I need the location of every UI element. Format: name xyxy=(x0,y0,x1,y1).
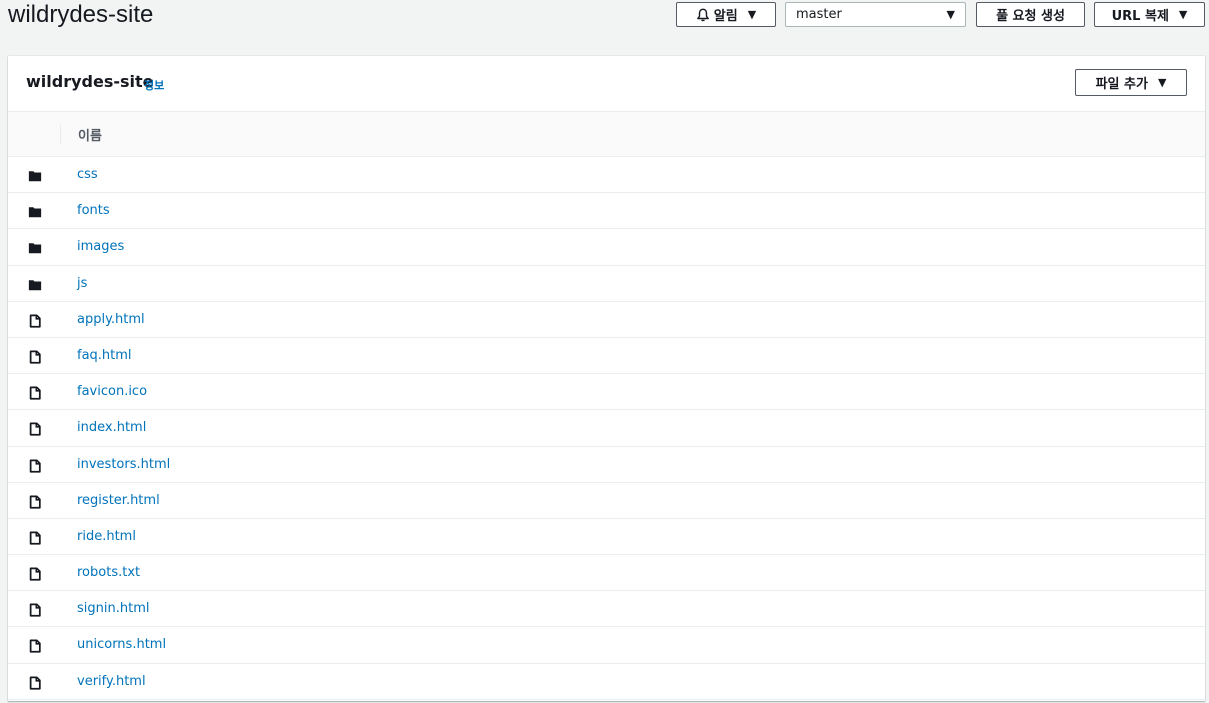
file-list-row: images xyxy=(8,229,1205,266)
file-list-row: signin.html xyxy=(8,591,1205,628)
file-icon xyxy=(28,494,42,509)
file-link[interactable]: index.html xyxy=(77,420,146,435)
file-icon xyxy=(28,675,42,690)
branch-select[interactable]: master ▼ xyxy=(785,2,966,27)
file-link[interactable]: register.html xyxy=(77,493,160,508)
file-link[interactable]: images xyxy=(77,239,124,254)
folder-icon xyxy=(28,168,42,182)
file-list-row: fonts xyxy=(8,193,1205,230)
file-list-row: faq.html xyxy=(8,338,1205,375)
file-icon xyxy=(28,602,42,617)
file-link[interactable]: investors.html xyxy=(77,457,170,472)
info-link[interactable]: 정보 xyxy=(144,77,164,93)
file-list-row: ride.html xyxy=(8,519,1205,556)
panel-title: wildrydes-site xyxy=(26,72,154,91)
file-icon xyxy=(28,313,42,328)
file-icon xyxy=(28,458,42,473)
file-link[interactable]: verify.html xyxy=(77,674,146,689)
file-link[interactable]: faq.html xyxy=(77,348,132,363)
add-file-button[interactable]: 파일 추가 ▼ xyxy=(1075,69,1187,96)
file-icon xyxy=(28,530,42,545)
file-link[interactable]: css xyxy=(77,167,98,182)
folder-icon xyxy=(28,204,42,218)
file-icon xyxy=(28,421,42,436)
caret-down-icon: ▼ xyxy=(1157,76,1167,89)
create-pull-request-button[interactable]: 풀 요청 생성 xyxy=(976,2,1085,27)
file-link[interactable]: unicorns.html xyxy=(77,637,166,652)
caret-down-icon: ▼ xyxy=(747,8,757,21)
file-icon xyxy=(28,349,42,364)
caret-down-icon: ▼ xyxy=(946,8,955,21)
file-link[interactable]: apply.html xyxy=(77,312,145,327)
folder-icon xyxy=(28,277,42,291)
file-link[interactable]: ride.html xyxy=(77,529,136,544)
file-link[interactable]: favicon.ico xyxy=(77,384,147,399)
file-icon xyxy=(28,566,42,581)
folder-icon xyxy=(28,240,42,254)
bell-icon xyxy=(696,8,709,21)
file-list-row: index.html xyxy=(8,410,1205,447)
file-link[interactable]: robots.txt xyxy=(77,565,140,580)
clone-url-button[interactable]: URL 복제 ▼ xyxy=(1094,2,1205,27)
file-link[interactable]: signin.html xyxy=(77,601,149,616)
file-list-row: investors.html xyxy=(8,447,1205,483)
file-icon xyxy=(28,638,42,653)
table-header: 이름 xyxy=(8,112,1205,157)
file-list-row: unicorns.html xyxy=(8,627,1205,664)
file-link[interactable]: fonts xyxy=(77,203,110,218)
file-list: css fonts images js apply.html faq.html favico… xyxy=(8,157,1205,700)
file-list-row: robots.txt xyxy=(8,555,1205,592)
file-icon xyxy=(28,385,42,400)
branch-value: master xyxy=(796,7,842,22)
notify-button[interactable]: 알림 ▼ xyxy=(676,2,776,27)
column-header-name[interactable]: 이름 xyxy=(78,125,102,144)
file-link[interactable]: js xyxy=(77,276,87,291)
file-list-row: favicon.ico xyxy=(8,374,1205,411)
file-list-row: js xyxy=(8,266,1205,302)
file-list-row: css xyxy=(8,157,1205,194)
clone-url-label: URL 복제 xyxy=(1111,9,1169,24)
panel-header: wildrydes-site 정보 파일 추가 ▼ xyxy=(8,56,1205,112)
column-divider xyxy=(60,124,61,144)
file-list-row: register.html xyxy=(8,483,1205,519)
page-title: wildrydes-site xyxy=(8,1,154,28)
caret-down-icon: ▼ xyxy=(1178,8,1188,21)
notify-label: 알림 xyxy=(713,9,738,24)
file-list-row: apply.html xyxy=(8,302,1205,338)
add-file-label: 파일 추가 xyxy=(1095,77,1148,92)
file-list-row: verify.html xyxy=(8,664,1205,700)
create-pull-request-label: 풀 요청 생성 xyxy=(996,9,1065,24)
file-browser-panel: wildrydes-site 정보 파일 추가 ▼ 이름 css fonts ima… xyxy=(8,56,1205,701)
